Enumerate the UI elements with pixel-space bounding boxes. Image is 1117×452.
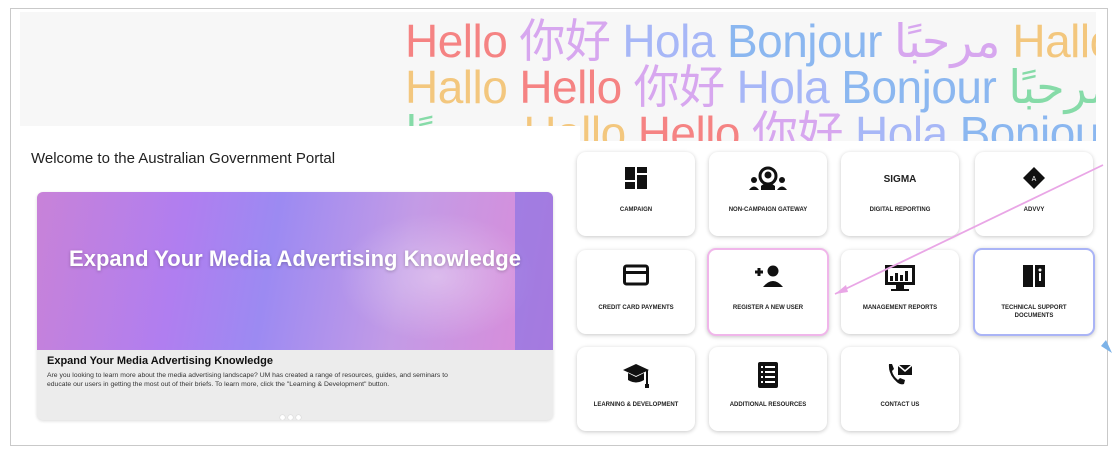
annotation-arrows [834,164,1112,353]
blue-arrow-head [1101,340,1112,353]
pink-arrow [834,164,1104,295]
